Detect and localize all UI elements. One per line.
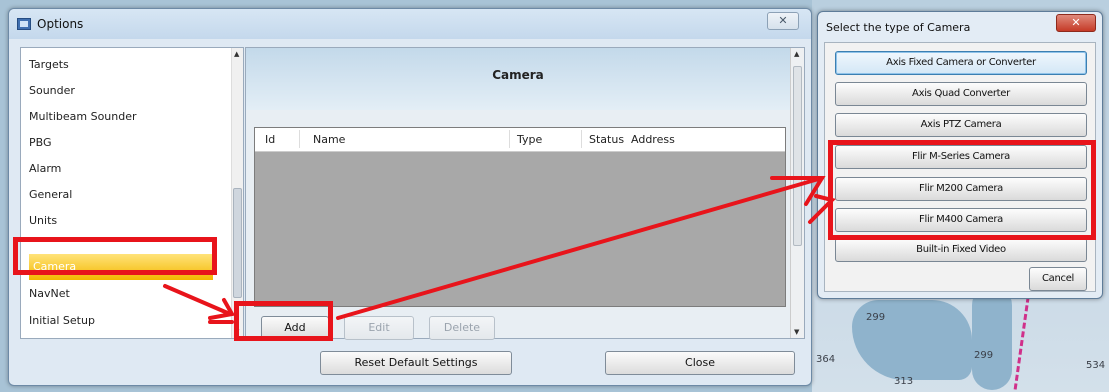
column-header-id[interactable]: Id [265,133,275,146]
column-separator [509,130,510,148]
close-button[interactable]: Close [605,351,795,375]
depth-label: 534 [1086,360,1106,371]
delete-button[interactable]: Delete [429,316,495,340]
column-header-address[interactable]: Address [631,133,675,146]
edit-button[interactable]: Edit [344,316,414,340]
options-window: Options ✕ Targets Sounder Multibeam Soun… [8,8,812,386]
cancel-button[interactable]: Cancel [1029,267,1087,291]
scroll-up-icon[interactable]: ▲ [794,50,799,58]
camera-panel: Camera Id Name Type Status Address Add E… [245,47,805,340]
table-header: Id Name Type Status Address [255,128,785,152]
sidebar-scrollbar[interactable]: ▲ ▼ [231,48,243,338]
sidebar-item-alarm[interactable]: Alarm [25,156,221,182]
panel-title: Camera [492,68,544,82]
camera-option-axis-quad[interactable]: Axis Quad Converter [835,82,1087,106]
camera-option-axis-fixed[interactable]: Axis Fixed Camera or Converter [835,51,1087,75]
dialog-title: Select the type of Camera [826,21,971,34]
app-icon [17,18,31,30]
window-title: Options [37,17,84,31]
sidebar-scroll-thumb[interactable] [233,188,242,298]
column-separator [581,130,582,148]
camera-option-axis-ptz[interactable]: Axis PTZ Camera [835,113,1087,137]
sidebar-item-general[interactable]: General [25,182,221,208]
options-titlebar[interactable]: Options ✕ [9,9,811,39]
camera-table[interactable]: Id Name Type Status Address [254,127,786,307]
panel-scroll-thumb[interactable] [793,66,802,246]
depth-label: 299 [866,312,886,323]
annotation-highlight-flir [828,140,1096,240]
scroll-down-icon[interactable]: ▼ [794,328,799,336]
camera-panel-header: Camera [246,48,790,110]
sidebar-item-navnet[interactable]: NavNet [25,281,221,307]
reset-default-settings-button[interactable]: Reset Default Settings [320,351,512,375]
sidebar-item-targets[interactable]: Targets [25,52,221,78]
sidebar-item-sounder[interactable]: Sounder [25,78,221,104]
annotation-highlight-camera [13,237,217,275]
close-icon[interactable]: ✕ [767,12,799,30]
chart-land [972,285,1012,390]
panel-scrollbar[interactable]: ▲ ▼ [790,48,804,338]
column-separator [299,130,300,148]
column-header-type[interactable]: Type [517,133,542,146]
sidebar-item-initial-setup[interactable]: Initial Setup [25,308,221,334]
depth-label: 299 [974,350,994,361]
close-icon[interactable]: ✕ [1056,14,1096,32]
column-header-name[interactable]: Name [313,133,345,146]
sidebar-item-pbg[interactable]: PBG [25,130,221,156]
annotation-highlight-add [234,301,333,341]
camera-option-builtin-video[interactable]: Built-in Fixed Video [835,238,1087,262]
depth-label: 364 [816,354,836,365]
column-header-status[interactable]: Status [589,133,624,146]
options-sidebar: Targets Sounder Multibeam Sounder PBG Al… [20,47,244,339]
sidebar-item-multibeam-sounder[interactable]: Multibeam Sounder [25,104,221,130]
depth-label: 313 [894,376,914,387]
sidebar-item-units[interactable]: Units [25,208,221,234]
scroll-up-icon[interactable]: ▲ [234,50,239,58]
